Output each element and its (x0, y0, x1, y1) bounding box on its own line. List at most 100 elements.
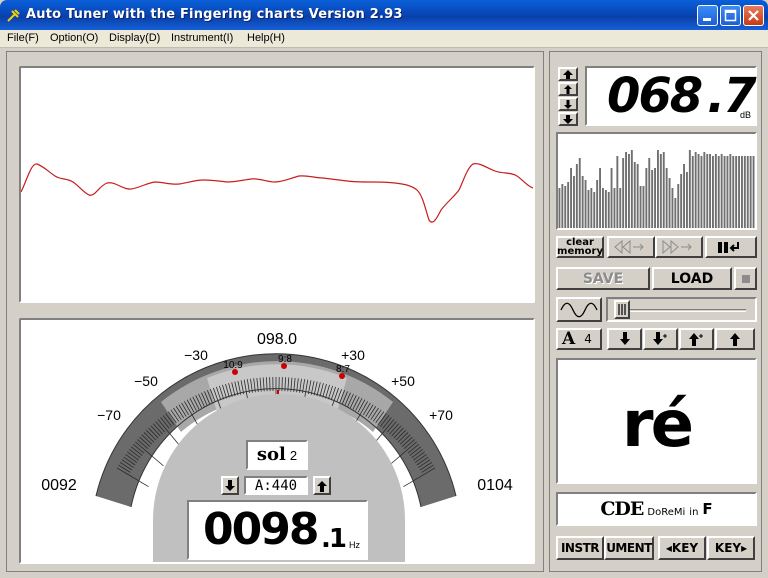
level-history-bar (668, 178, 671, 228)
level-history-bar (671, 188, 674, 228)
rewind-button[interactable] (607, 236, 655, 258)
notation-letters: CDE (600, 498, 644, 520)
key-down-button[interactable]: ◂KEY (658, 536, 706, 560)
menu-help[interactable]: Help(H) (247, 32, 285, 44)
menu-instrument[interactable]: Instrument(I) (171, 32, 233, 44)
arrow-down-step-icon (652, 332, 667, 345)
level-history-bar (639, 186, 642, 228)
note-display: sol 2 (246, 440, 308, 470)
level-history-bar (570, 168, 572, 228)
arrow-up-step-icon (688, 333, 703, 346)
level-up-button[interactable] (558, 82, 578, 96)
level-history-bar (743, 156, 746, 228)
instrument-button-left[interactable]: INSTR (556, 536, 604, 560)
level-history-bar (602, 188, 604, 228)
stop-button[interactable] (734, 267, 757, 290)
forward-icon (662, 240, 692, 254)
waveform-graph (20, 163, 534, 223)
close-button[interactable] (743, 5, 764, 26)
level-history-bar (683, 164, 685, 228)
level-down-button[interactable] (558, 97, 578, 111)
window-title: Auto Tuner with the Fingering charts Ver… (26, 7, 403, 22)
notation-solfege: DoReMi (647, 506, 686, 518)
sine-wave-button[interactable] (556, 297, 602, 322)
level-history-bar (648, 158, 651, 228)
level-history-bar (613, 188, 616, 228)
stop-icon (741, 274, 750, 283)
level-history-bar (717, 156, 720, 228)
level-history-bar (581, 176, 584, 228)
forward-button[interactable] (655, 236, 703, 258)
reference-down-button[interactable] (221, 476, 239, 495)
level-history-bar (587, 190, 590, 228)
maximize-button[interactable] (720, 5, 741, 26)
save-button[interactable]: SAVE (556, 267, 650, 290)
minimize-button[interactable] (697, 5, 718, 26)
transpose-up-fast-button[interactable] (715, 328, 755, 350)
level-history-bar (662, 152, 665, 228)
level-history-bar (567, 182, 570, 228)
scale-label-minus70: −70 (97, 407, 121, 423)
level-history-bar (720, 154, 723, 228)
notation-key: F (702, 500, 713, 518)
level-history-bar (680, 174, 683, 228)
ratio-dot-9-8 (281, 363, 287, 369)
waveform-panel (19, 66, 535, 303)
level-history-bar (674, 198, 677, 228)
scale-label-minus50: −50 (134, 373, 158, 389)
maximize-icon (724, 9, 737, 22)
transpose-up-button[interactable] (679, 328, 714, 350)
range-max-label: 0104 (477, 477, 513, 494)
title-bar[interactable]: Auto Tuner with the Fingering charts Ver… (0, 0, 768, 30)
center-frequency-label: 098.0 (257, 331, 297, 348)
menu-option[interactable]: Option(O) (50, 32, 98, 44)
level-history-graph (556, 132, 757, 230)
menu-bar: File(F) Option(O) Display(D) Instrument(… (0, 30, 768, 48)
level-history-bar (726, 156, 729, 228)
slider-thumb[interactable] (614, 300, 630, 319)
level-history-bar (712, 156, 714, 228)
level-history-bar (584, 180, 587, 228)
transpose-key-button[interactable]: A 4 (556, 328, 602, 350)
menu-display[interactable]: Display(D) (109, 32, 160, 44)
scale-label-plus70: +70 (429, 407, 453, 423)
level-history-bar (616, 156, 619, 228)
level-history-bar (729, 154, 732, 228)
double-arrow-down-icon (563, 114, 573, 124)
waveform-line (20, 163, 534, 223)
level-fast-up-button[interactable] (558, 67, 578, 81)
note-octave: 2 (289, 448, 298, 463)
menu-file[interactable]: File(F) (7, 32, 39, 44)
save-label: SAVE (582, 270, 624, 287)
key-down-label: ◂KEY (665, 541, 699, 555)
close-icon (748, 10, 759, 21)
level-fast-down-button[interactable] (558, 112, 578, 126)
level-history-bar (709, 154, 711, 228)
scale-label-plus50: +50 (391, 373, 415, 389)
transpose-down-button[interactable] (643, 328, 678, 350)
level-history-bar (677, 184, 680, 228)
load-button[interactable]: LOAD (652, 267, 732, 290)
level-integer: 068 (607, 68, 703, 124)
reference-up-button[interactable] (313, 476, 331, 495)
clear-memory-button[interactable]: clear memory (556, 236, 604, 258)
level-history-bar (691, 156, 694, 228)
level-history-bar (714, 154, 717, 228)
level-history-bar (706, 154, 709, 228)
key-up-button[interactable]: KEY▸ (707, 536, 755, 560)
level-history-bar (590, 188, 593, 228)
level-history-bar (651, 170, 654, 228)
level-history-bar (659, 154, 662, 228)
level-history-bar (558, 188, 561, 228)
level-history-bar (735, 156, 738, 228)
pause-button[interactable] (705, 236, 757, 258)
level-history-bar (573, 176, 575, 228)
instrument-button-right[interactable]: UMENT (604, 536, 654, 560)
level-history-bars (558, 150, 755, 228)
level-history-bar (654, 168, 656, 228)
volume-slider[interactable] (606, 297, 757, 322)
double-arrow-up-icon (563, 69, 573, 79)
transpose-down-fast-button[interactable] (607, 328, 642, 350)
rewind-icon (614, 240, 644, 254)
arrow-up-icon (730, 333, 740, 346)
